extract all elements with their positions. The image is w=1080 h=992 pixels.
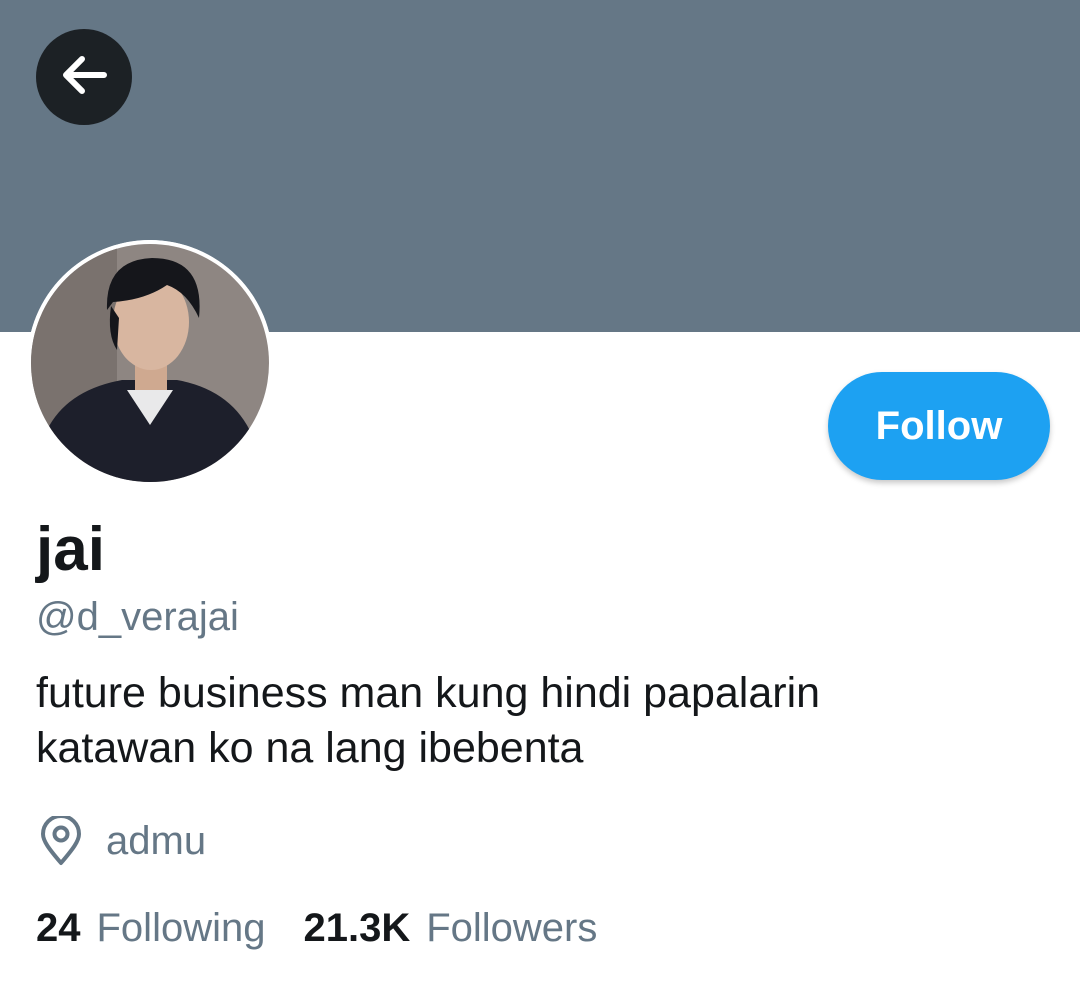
display-name: jai xyxy=(36,515,105,584)
followers-stat[interactable]: 21.3K Followers xyxy=(303,906,597,951)
following-stat[interactable]: 24 Following xyxy=(36,906,265,951)
avatar[interactable] xyxy=(27,240,273,486)
location-row: admu xyxy=(38,812,206,870)
bio-line: future business man kung hindi papalarin xyxy=(36,669,821,717)
location-text: admu xyxy=(106,818,207,863)
back-button[interactable] xyxy=(36,29,132,125)
followers-count: 21.3K xyxy=(303,905,411,950)
user-handle: @d_verajai xyxy=(36,595,239,639)
bio-line: katawan ko na lang ibebenta xyxy=(36,724,584,772)
following-count: 24 xyxy=(36,905,81,950)
location-pin-icon xyxy=(38,816,84,866)
arrow-left-icon xyxy=(56,47,112,108)
follow-button[interactable]: Follow xyxy=(828,372,1050,480)
stats-row: 24 Following 21.3K Followers xyxy=(36,902,597,954)
followers-label: Followers xyxy=(426,905,598,950)
bio: future business man kung hindi papalarin… xyxy=(36,666,1046,776)
following-label: Following xyxy=(96,905,266,950)
